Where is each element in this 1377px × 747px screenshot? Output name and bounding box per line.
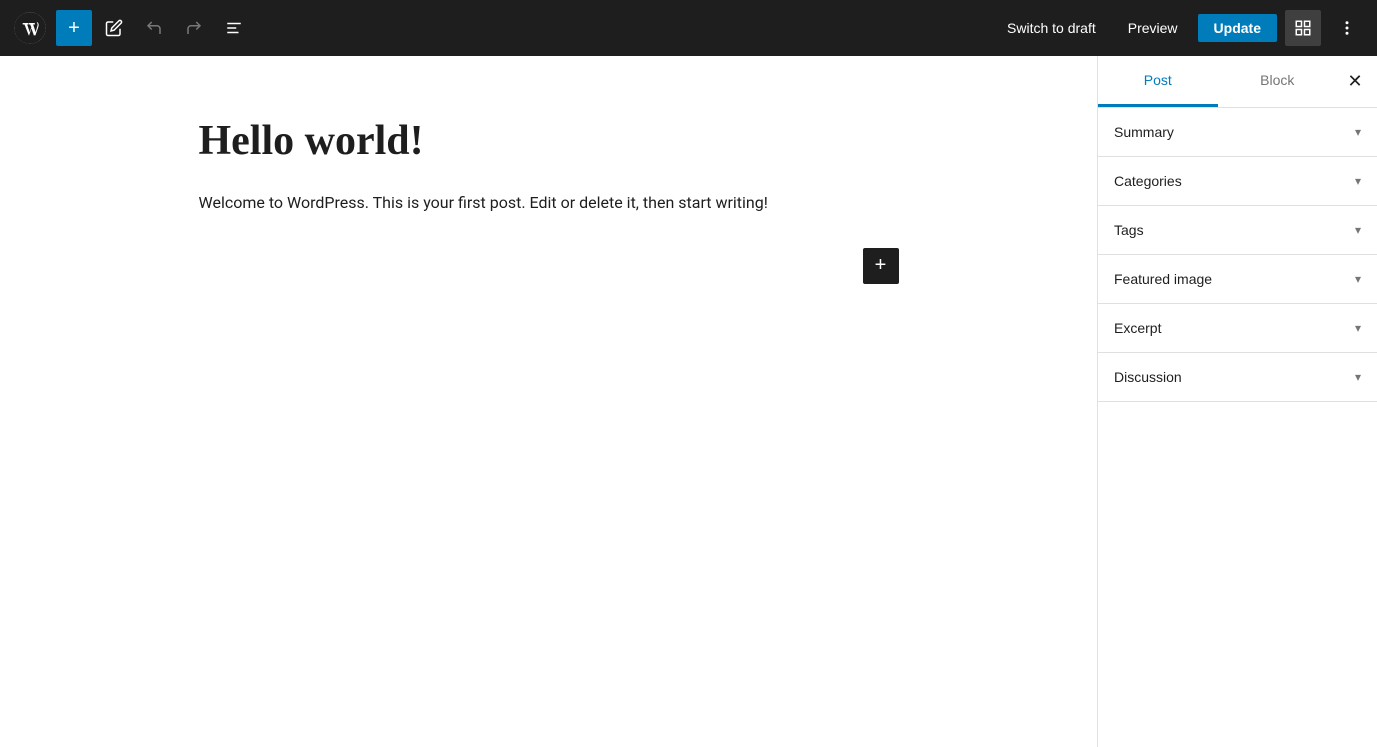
switch-to-draft-button[interactable]: Switch to draft [995,14,1108,42]
tags-chevron-icon: ▾ [1355,223,1361,237]
summary-section: Summary ▾ [1098,108,1377,157]
post-title[interactable]: Hello world! [199,116,899,166]
excerpt-section-toggle[interactable]: Excerpt ▾ [1098,304,1377,352]
more-options-button[interactable] [1329,10,1365,46]
summary-label: Summary [1114,124,1174,140]
summary-chevron-icon: ▾ [1355,125,1361,139]
featured-image-label: Featured image [1114,271,1212,287]
featured-image-section: Featured image ▾ [1098,255,1377,304]
edit-mode-button[interactable] [96,10,132,46]
featured-image-chevron-icon: ▾ [1355,272,1361,286]
sidebar-close-button[interactable]: ✕ [1337,64,1373,100]
tab-block[interactable]: Block [1218,56,1338,107]
featured-image-section-toggle[interactable]: Featured image ▾ [1098,255,1377,303]
add-block-inline-button[interactable]: + [863,248,899,284]
main-layout: Hello world! Welcome to WordPress. This … [0,56,1377,747]
redo-button[interactable] [176,10,212,46]
tags-label: Tags [1114,222,1144,238]
update-button[interactable]: Update [1198,14,1277,42]
editor-area: Hello world! Welcome to WordPress. This … [0,56,1097,747]
editor-content: Hello world! Welcome to WordPress. This … [199,116,899,284]
post-body[interactable]: Welcome to WordPress. This is your first… [199,190,899,216]
preview-button[interactable]: Preview [1116,14,1190,42]
categories-section-toggle[interactable]: Categories ▾ [1098,157,1377,205]
tags-section: Tags ▾ [1098,206,1377,255]
excerpt-section: Excerpt ▾ [1098,304,1377,353]
toolbar: + Switch to draft Preview Update [0,0,1377,56]
wp-logo[interactable] [12,10,48,46]
sidebar-header: Post Block ✕ [1098,56,1377,108]
document-overview-button[interactable] [216,10,252,46]
discussion-section: Discussion ▾ [1098,353,1377,402]
excerpt-chevron-icon: ▾ [1355,321,1361,335]
discussion-section-toggle[interactable]: Discussion ▾ [1098,353,1377,401]
discussion-chevron-icon: ▾ [1355,370,1361,384]
add-block-toolbar-button[interactable]: + [56,10,92,46]
categories-section: Categories ▾ [1098,157,1377,206]
summary-section-toggle[interactable]: Summary ▾ [1098,108,1377,156]
categories-label: Categories [1114,173,1182,189]
toolbar-right: Switch to draft Preview Update [995,10,1365,46]
tab-post[interactable]: Post [1098,56,1218,107]
settings-toggle-button[interactable] [1285,10,1321,46]
excerpt-label: Excerpt [1114,320,1161,336]
discussion-label: Discussion [1114,369,1182,385]
categories-chevron-icon: ▾ [1355,174,1361,188]
sidebar: Post Block ✕ Summary ▾ Categories ▾ Tags… [1097,56,1377,747]
tags-section-toggle[interactable]: Tags ▾ [1098,206,1377,254]
undo-button[interactable] [136,10,172,46]
